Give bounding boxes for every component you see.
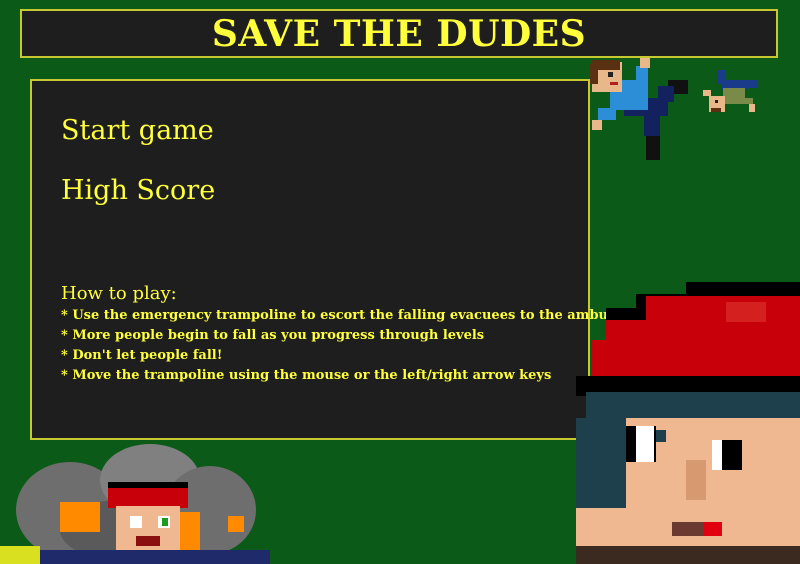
start-game-button[interactable]: Start game <box>61 115 214 146</box>
how-to-play-list: * Use the emergency trampoline to escort… <box>61 307 647 387</box>
main-menu-panel: Start game High Score How to play: * Use… <box>30 79 647 440</box>
how-to-play-heading: How to play: <box>61 283 177 304</box>
burning-dude-icon <box>0 444 270 564</box>
how-to-play-item: * More people begin to fall as you progr… <box>61 328 485 343</box>
firefighter-face-icon <box>576 282 800 564</box>
small-falling-dude-icon <box>703 70 757 112</box>
high-score-button[interactable]: High Score <box>61 175 215 206</box>
how-to-play-item: * Move the trampoline using the mouse or… <box>61 368 552 383</box>
how-to-play-item: * Use the emergency trampoline to escort… <box>61 308 647 323</box>
title-bar: SAVE THE DUDES <box>20 9 778 58</box>
game-title: SAVE THE DUDES <box>211 12 587 55</box>
falling-dude-icon <box>590 58 688 160</box>
how-to-play-item: * Don't let people fall! <box>61 348 223 363</box>
